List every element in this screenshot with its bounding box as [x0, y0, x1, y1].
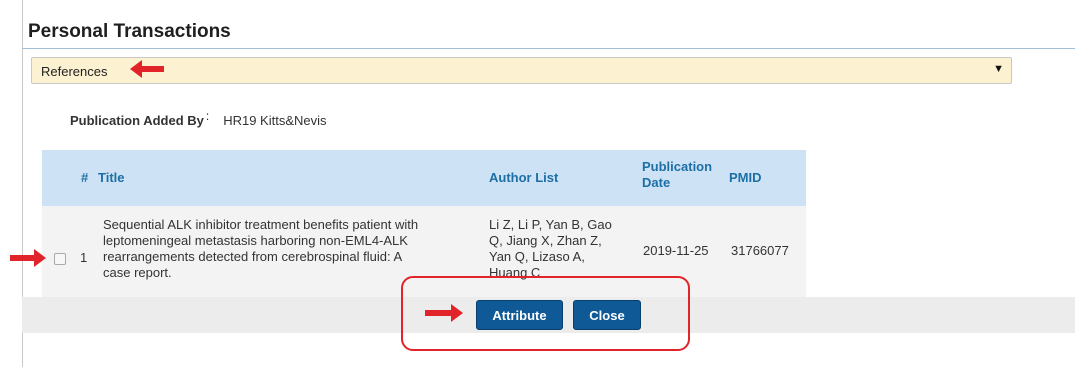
category-dropdown[interactable]: References ▼ [31, 57, 1012, 84]
row-author-line: Q, Jiang X, Zhan Z, [489, 233, 602, 248]
row-authors: Li Z, Li P, Yan B, Gao Q, Jiang X, Zhan … [489, 217, 639, 281]
panel-title: Personal Transactions [28, 21, 231, 42]
row-title-line: leptomeningeal metastasis harboring non-… [103, 233, 408, 248]
row-pmid: 31766077 [731, 243, 789, 258]
column-header-authors[interactable]: Author List [489, 170, 558, 185]
row-title-line: rearrangements detected from cerebrospin… [103, 249, 403, 264]
table-header: # Title Author List Publication Date PMI… [42, 150, 806, 206]
row-title: Sequential ALK inhibitor treatment benef… [103, 217, 473, 281]
row-index: 1 [80, 250, 88, 265]
dropdown-selected-value: References [41, 64, 108, 79]
row-author-line: Yan Q, Lizaso A, [489, 249, 585, 264]
row-author-line: Li Z, Li P, Yan B, Gao [489, 217, 612, 232]
row-date: 2019-11-25 [643, 243, 709, 258]
chevron-down-icon: ▼ [993, 63, 1004, 75]
row-title-line: Sequential ALK inhibitor treatment benef… [103, 217, 419, 232]
annotation-highlight-box [401, 276, 690, 351]
publication-added-by: Publication Added By: HR19 Kitts&Nevis [70, 109, 327, 128]
column-header-pmid[interactable]: PMID [729, 170, 762, 185]
row-select-checkbox[interactable] [54, 253, 66, 265]
column-header-title[interactable]: Title [98, 170, 125, 185]
annotation-arrow-left-icon [130, 60, 164, 78]
column-header-date[interactable]: Publication Date [642, 159, 732, 191]
added-by-colon: : [205, 109, 210, 123]
references-table: # Title Author List Publication Date PMI… [42, 150, 806, 297]
column-header-index: # [81, 170, 89, 185]
added-by-label: Publication Added By [70, 113, 204, 128]
panel-header: Personal Transactions [22, 14, 1075, 49]
annotation-arrow-right-icon [10, 249, 46, 267]
added-by-value: HR19 Kitts&Nevis [223, 113, 327, 128]
